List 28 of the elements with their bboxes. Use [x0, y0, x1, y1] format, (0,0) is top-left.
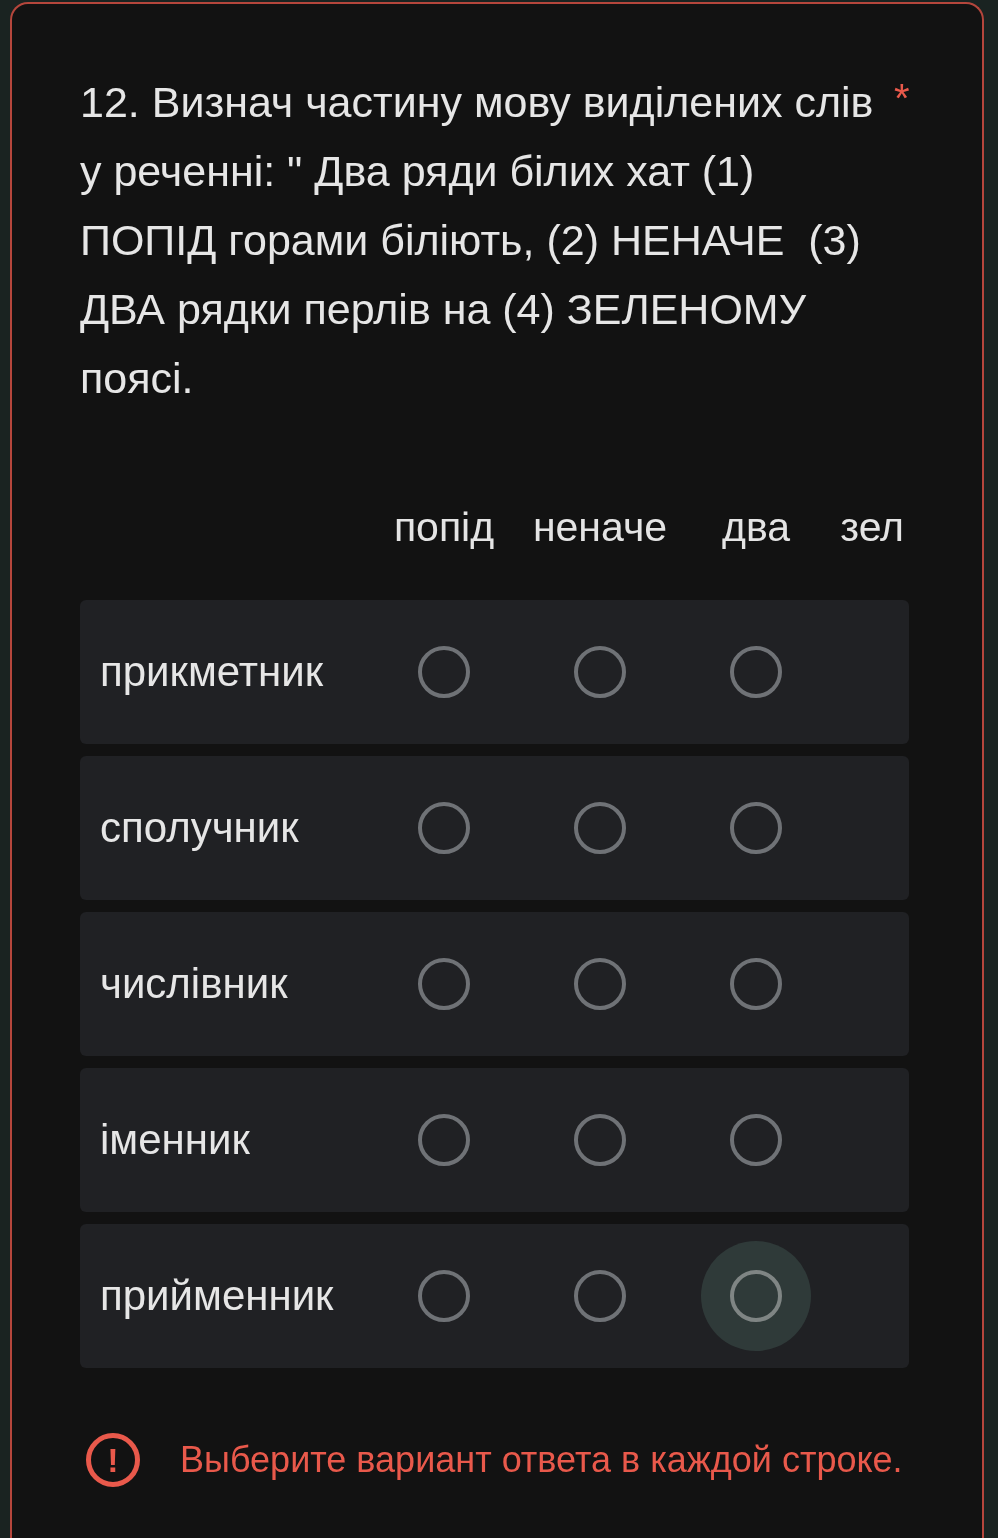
error-icon: !	[86, 1433, 140, 1487]
row-label: іменник	[99, 1116, 251, 1164]
required-mark: *	[894, 75, 910, 122]
row-label: прикметник	[99, 648, 325, 696]
radio-button[interactable]	[574, 958, 626, 1010]
radio-button[interactable]	[730, 1114, 782, 1166]
row-label: числівник	[99, 960, 289, 1008]
radio-button[interactable]	[730, 958, 782, 1010]
radio-button[interactable]	[730, 802, 782, 854]
question-text: 12. Визнач частину мову виділених слів у реченні: " Два ряди білих хат (1) ПОПІД горами біліють, (2) НЕНАЧЕ (3) ДВА рядки перлів на (4) ЗЕЛЕНОМУ поясі.	[80, 77, 875, 404]
column-header: два	[720, 503, 791, 551]
radio-button[interactable]	[418, 1270, 470, 1322]
radio-button[interactable]	[418, 958, 470, 1010]
radio-button[interactable]	[730, 646, 782, 698]
column-header: попід	[392, 503, 496, 551]
radio-button[interactable]	[574, 1114, 626, 1166]
radio-button[interactable]	[574, 646, 626, 698]
radio-button[interactable]	[574, 1270, 626, 1322]
radio-button[interactable]	[574, 802, 626, 854]
column-header: неначе	[531, 503, 669, 551]
radio-button[interactable]	[418, 646, 470, 698]
column-header: зел	[839, 503, 904, 551]
error-message: Выберите вариант ответа в каждой строке.	[180, 1439, 903, 1481]
radio-button[interactable]	[730, 1270, 782, 1322]
radio-button[interactable]	[418, 1114, 470, 1166]
row-label: сполучник	[99, 804, 300, 852]
radio-button[interactable]	[418, 802, 470, 854]
row-label: прийменник	[99, 1272, 335, 1320]
